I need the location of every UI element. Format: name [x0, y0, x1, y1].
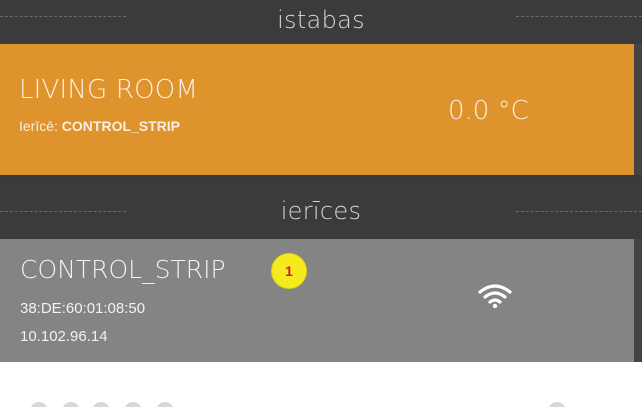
section-gap — [0, 175, 642, 183]
room-temperature: 0.0 °C — [448, 96, 529, 126]
devices-section-title: ierīces — [280, 197, 362, 225]
wifi-icon — [478, 284, 512, 309]
room-card-edge — [634, 44, 642, 175]
header-divider-left — [0, 211, 126, 212]
device-mac-address: 38:DE:60:01:08:50 — [20, 300, 146, 317]
bottom-shape — [124, 402, 142, 407]
header-divider-left — [0, 16, 126, 17]
device-ip-address: 10.102.96.14 — [20, 328, 108, 345]
device-card-control-strip[interactable]: CONTROL_STRIP 1 38:DE:60:01:08:50 10.102… — [0, 239, 634, 362]
rooms-section-title: istabas — [277, 6, 365, 34]
room-device-name: CONTROL_STRIP — [61, 118, 181, 134]
rooms-section-header: istabas — [0, 0, 642, 44]
room-card-living-room[interactable]: LIVING ROOM Ierīcē: CONTROL_STRIP 0.0 °C — [0, 44, 634, 175]
app-screen: istabas LIVING ROOM Ierīcē: CONTROL_STRI… — [0, 0, 642, 407]
bottom-shape — [156, 402, 174, 407]
device-name: CONTROL_STRIP — [20, 255, 226, 284]
header-divider-right — [516, 211, 642, 212]
bottom-shape — [92, 402, 110, 407]
bottom-shape — [548, 402, 566, 407]
room-device-prefix: Ierīcē: — [19, 118, 62, 134]
bottom-shape — [62, 402, 80, 407]
bottom-area — [0, 362, 642, 407]
devices-section-header: ierīces — [0, 183, 642, 239]
device-card-edge — [634, 239, 642, 362]
header-divider-right — [516, 16, 642, 17]
room-device-label: Ierīcē: CONTROL_STRIP — [19, 118, 180, 134]
annotation-badge: 1 — [272, 254, 306, 288]
room-name: LIVING ROOM — [19, 75, 199, 105]
bottom-shape — [30, 402, 48, 407]
